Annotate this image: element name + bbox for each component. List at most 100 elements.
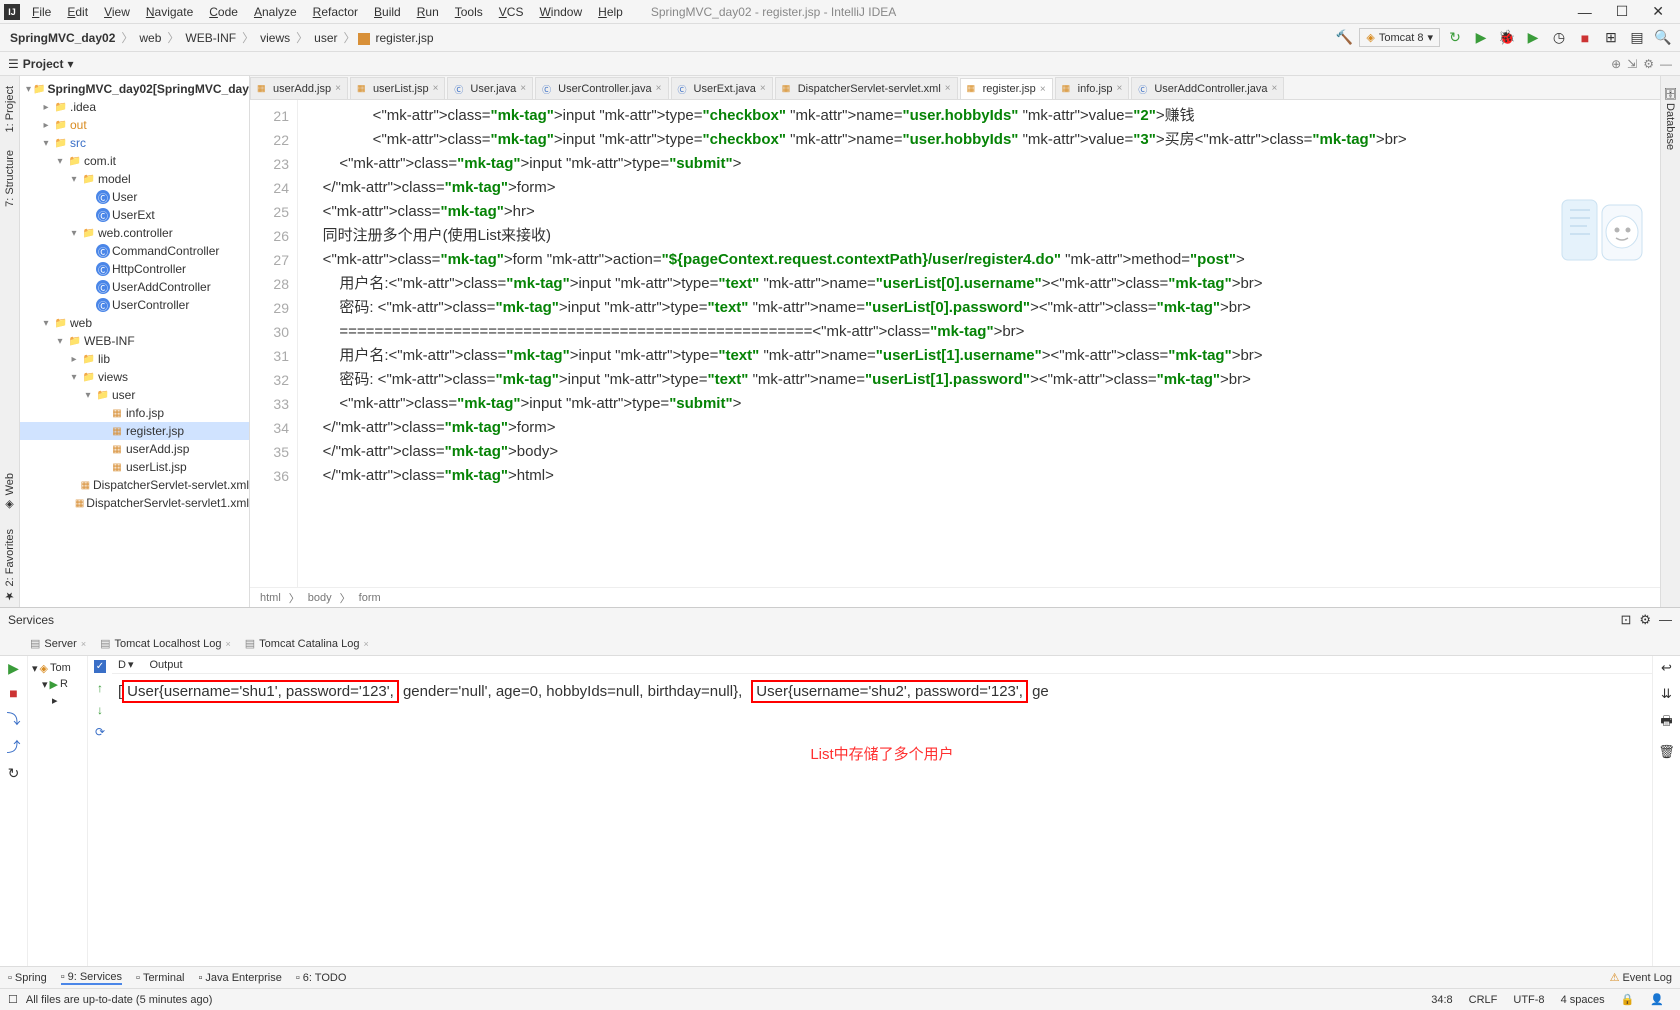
tree-node[interactable]: ⒸUserExt <box>20 206 249 224</box>
project-tree[interactable]: ▾📁SpringMVC_day02 [SpringMVC_day01]▸📁.id… <box>20 76 250 607</box>
structure-tool-tab[interactable]: 7: Structure <box>4 146 16 211</box>
output-body[interactable]: [User{username='shu1', password='123', g… <box>112 674 1652 966</box>
code-breadcrumb[interactable]: html〉body〉form <box>250 587 1660 607</box>
editor-tab[interactable]: ▦userList.jsp× <box>350 77 445 99</box>
check-icon[interactable]: ✓ <box>94 660 106 673</box>
print-icon[interactable]: 🖶 <box>1660 712 1672 734</box>
tree-node[interactable]: ▦userList.jsp <box>20 458 249 476</box>
rerun-button[interactable]: ↻ <box>1444 27 1466 49</box>
project-tool-tab[interactable]: 1: Project <box>4 82 16 136</box>
cursor-position[interactable]: 34:8 <box>1423 994 1460 1006</box>
stop-button[interactable]: ■ <box>1574 27 1596 49</box>
services-tab[interactable]: ▤Server× <box>30 637 86 650</box>
code-content[interactable]: <"mk-attr">class="mk-tag">input "mk-attr… <box>298 100 1660 587</box>
breadcrumb-item[interactable]: views <box>256 29 294 47</box>
tree-node[interactable]: ⒸHttpController <box>20 260 249 278</box>
tree-node[interactable]: ▸📁.idea <box>20 98 249 116</box>
menu-run[interactable]: Run <box>409 3 447 21</box>
tree-node[interactable]: ▦register.jsp <box>20 422 249 440</box>
editor-tab[interactable]: ⒸUserAddController.java× <box>1131 77 1284 99</box>
editor-tab[interactable]: ▦register.jsp× <box>960 78 1053 100</box>
tree-node[interactable]: ▾📁WEB-INF <box>20 332 249 350</box>
menu-refactor[interactable]: Refactor <box>305 3 366 21</box>
menu-edit[interactable]: Edit <box>59 3 96 21</box>
indent[interactable]: 4 spaces <box>1553 994 1613 1006</box>
editor-tab[interactable]: ⒸUser.java× <box>447 77 533 99</box>
run-button[interactable]: ▶ <box>1470 27 1492 49</box>
favorites-tool-tab[interactable]: ★ 2: Favorites <box>3 525 16 607</box>
minimize-button[interactable]: — <box>1566 4 1604 20</box>
bottom-tab[interactable]: ▫Java Enterprise <box>199 972 282 984</box>
breadcrumb-item[interactable]: user <box>310 29 341 47</box>
chevron-down-icon[interactable]: ▾ <box>67 57 73 71</box>
structure-button[interactable]: ▤ <box>1626 27 1648 49</box>
run-icon[interactable]: ▶ <box>8 660 19 677</box>
bottom-tab[interactable]: ▫6: TODO <box>296 972 347 984</box>
tree-node[interactable]: ⒸUserAddController <box>20 278 249 296</box>
tree-node[interactable]: ⒸUserController <box>20 296 249 314</box>
gear-icon[interactable]: ⚙ <box>1643 57 1654 71</box>
breadcrumb-item[interactable]: register.jsp <box>372 29 438 47</box>
filter-icon[interactable]: ⊡ <box>1620 612 1631 628</box>
editor-tab[interactable]: ⒸUserController.java× <box>535 77 668 99</box>
services-tab[interactable]: ▤Tomcat Localhost Log× <box>100 637 231 650</box>
code-path-item[interactable]: body <box>308 592 332 604</box>
scroll-icon[interactable]: ⇊ <box>1661 686 1672 702</box>
stop-icon[interactable]: ■ <box>9 685 17 701</box>
reload-icon[interactable]: ⟳ <box>95 725 105 739</box>
bottom-tab[interactable]: ▫Terminal <box>136 972 184 984</box>
editor-tab[interactable]: ▦DispatcherServlet-servlet.xml× <box>775 77 958 99</box>
editor-tab[interactable]: ▦userAdd.jsp× <box>250 77 348 99</box>
tree-node[interactable]: ▦info.jsp <box>20 404 249 422</box>
maximize-button[interactable]: ☐ <box>1604 3 1641 20</box>
search-button[interactable]: 🔍 <box>1652 27 1674 49</box>
editor-tab[interactable]: ⒸUserExt.java× <box>671 77 773 99</box>
up-icon[interactable]: ↑ <box>97 681 103 695</box>
menu-navigate[interactable]: Navigate <box>138 3 201 21</box>
menu-analyze[interactable]: Analyze <box>246 3 305 21</box>
tree-node[interactable]: ▾📁src <box>20 134 249 152</box>
breadcrumb-root[interactable]: SpringMVC_day02 <box>6 29 119 47</box>
bottom-tab[interactable]: ▫9: Services <box>61 971 122 985</box>
menu-window[interactable]: Window <box>531 3 590 21</box>
hide-icon[interactable]: — <box>1660 57 1672 71</box>
step-icon[interactable]: ⤴ <box>7 737 21 757</box>
tree-node[interactable]: ▦DispatcherServlet-servlet1.xml <box>20 494 249 512</box>
output-d[interactable]: D <box>118 659 126 671</box>
code-path-item[interactable]: form <box>359 592 381 604</box>
menu-help[interactable]: Help <box>590 3 631 21</box>
menu-file[interactable]: File <box>24 3 59 21</box>
inspect-icon[interactable]: 👤 <box>1642 993 1672 1006</box>
tree-node[interactable]: ▾📁web.controller <box>20 224 249 242</box>
tree-node[interactable]: ▸📁out <box>20 116 249 134</box>
breadcrumb-item[interactable]: web <box>135 29 165 47</box>
tree-node[interactable]: ⒸUser <box>20 188 249 206</box>
tree-node[interactable]: ▸📁lib <box>20 350 249 368</box>
menu-build[interactable]: Build <box>366 3 409 21</box>
refresh-icon[interactable]: ↻ <box>8 765 20 782</box>
tree-node[interactable]: ▾📁user <box>20 386 249 404</box>
breadcrumb-item[interactable]: WEB-INF <box>181 29 240 47</box>
services-tab[interactable]: ▤Tomcat Catalina Log× <box>245 637 369 650</box>
gear-icon[interactable]: ⚙ <box>1639 612 1651 628</box>
tree-node[interactable]: ▦userAdd.jsp <box>20 440 249 458</box>
editor-tab[interactable]: ▦info.jsp× <box>1055 77 1130 99</box>
profile-button[interactable]: ◷ <box>1548 27 1570 49</box>
tree-node[interactable]: ⒸCommandController <box>20 242 249 260</box>
collapse-icon[interactable]: ⇲ <box>1627 57 1637 71</box>
coverage-button[interactable]: ▶ <box>1522 27 1544 49</box>
tree-node[interactable]: ▾📁model <box>20 170 249 188</box>
tree-node[interactable]: ▾📁web <box>20 314 249 332</box>
database-tool-tab[interactable]: 🗄 Database <box>1664 82 1677 154</box>
trash-icon[interactable]: 🗑 <box>1658 744 1675 760</box>
tree-node[interactable]: ▦DispatcherServlet-servlet.xml <box>20 476 249 494</box>
select-file-icon[interactable]: ⊕ <box>1611 57 1621 71</box>
web-tool-tab[interactable]: ◈ Web <box>3 469 16 515</box>
tree-node[interactable]: ▾📁com.it <box>20 152 249 170</box>
services-tree[interactable]: ▾◈Tom ▾▶R ▸ <box>28 656 88 966</box>
event-log-tab[interactable]: ⚠Event Log <box>1610 971 1672 984</box>
build-button[interactable]: 🔨 <box>1333 27 1355 49</box>
code-path-item[interactable]: html <box>260 592 281 604</box>
debug-button[interactable]: 🐞 <box>1496 27 1518 49</box>
lock-icon[interactable]: 🔒 <box>1613 993 1643 1006</box>
